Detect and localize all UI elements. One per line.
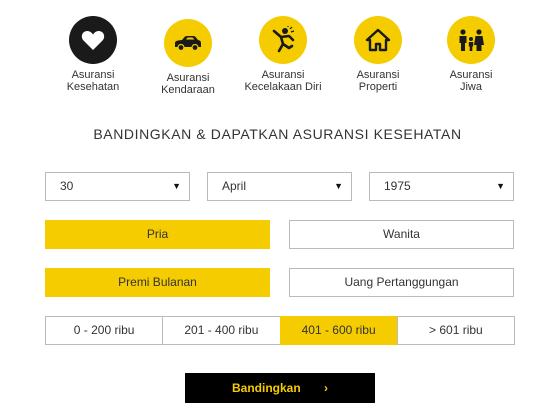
- category-kendaraan[interactable]: Asuransi Kendaraan: [140, 19, 236, 96]
- car-icon: [175, 36, 201, 51]
- birth-year-value: 1975: [384, 179, 411, 193]
- house-icon: [365, 28, 391, 52]
- compare-button-label: Bandingkan: [231, 381, 301, 395]
- range-option-401-600[interactable]: 401 - 600 ribu: [279, 316, 398, 345]
- range-option-201-400[interactable]: 201 - 400 ribu: [162, 316, 281, 345]
- premium-range-group: 0 - 200 ribu 201 - 400 ribu 401 - 600 ri…: [45, 316, 515, 345]
- dropdown-arrow-icon: ▼: [496, 181, 505, 191]
- birth-year-select[interactable]: 1975 ▼: [369, 172, 514, 201]
- category-jiwa-label: Asuransi Jiwa: [449, 69, 493, 93]
- dropdown-arrow-icon: ▼: [172, 181, 181, 191]
- premi-bulanan-button[interactable]: Premi Bulanan: [45, 268, 270, 297]
- range-option-0-200[interactable]: 0 - 200 ribu: [45, 316, 164, 345]
- category-jiwa[interactable]: Asuransi Jiwa: [423, 16, 519, 93]
- birth-day-select[interactable]: 30 ▼: [45, 172, 190, 201]
- category-properti-label: Asuransi Properti: [356, 69, 400, 93]
- range-option-601-plus[interactable]: > 601 ribu: [396, 316, 515, 345]
- gender-wanita-button[interactable]: Wanita: [289, 220, 514, 249]
- category-properti[interactable]: Asuransi Properti: [330, 16, 426, 93]
- birth-month-value: April: [222, 179, 247, 193]
- category-kesehatan-circle: [69, 16, 117, 64]
- page-title: BANDINGKAN & DAPATKAN ASURANSI KESEHATAN: [93, 126, 462, 142]
- uang-pertanggungan-button[interactable]: Uang Pertanggungan: [289, 268, 514, 297]
- category-jiwa-circle: [447, 16, 495, 64]
- family-icon: [459, 29, 484, 51]
- category-kecelakaan-label: Asuransi Kecelakaan Diri: [244, 69, 322, 93]
- dropdown-arrow-icon: ▼: [334, 181, 343, 191]
- category-kendaraan-circle: [164, 19, 212, 67]
- chevron-right-icon: ›: [324, 381, 328, 395]
- heart-icon: [81, 30, 105, 50]
- category-properti-circle: [354, 16, 402, 64]
- category-kendaraan-label: Asuransi Kendaraan: [161, 72, 215, 96]
- gender-pria-button[interactable]: Pria: [45, 220, 270, 249]
- insurance-categories: Asuransi Kesehatan Asuransi Kendaraan As…: [45, 16, 525, 100]
- category-kesehatan-label: Asuransi Kesehatan: [66, 69, 120, 93]
- category-kesehatan[interactable]: Asuransi Kesehatan: [45, 16, 141, 93]
- category-kecelakaan-circle: [259, 16, 307, 64]
- birth-month-select[interactable]: April ▼: [207, 172, 352, 201]
- birth-day-value: 30: [60, 179, 74, 193]
- category-kecelakaan-diri[interactable]: Asuransi Kecelakaan Diri: [235, 16, 331, 93]
- falling-person-icon: [272, 26, 295, 53]
- compare-button[interactable]: Bandingkan ›: [185, 373, 375, 403]
